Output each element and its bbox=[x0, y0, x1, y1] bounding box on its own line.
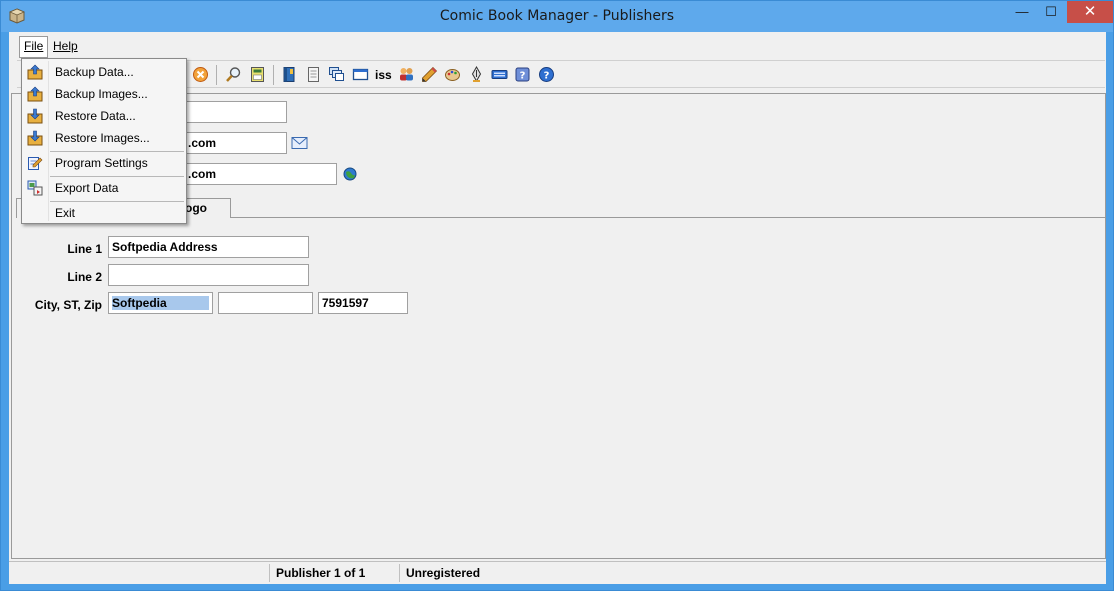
menu-item-backup-images[interactable]: Backup Images... bbox=[22, 83, 186, 105]
menu-help-label: Help bbox=[53, 39, 78, 53]
menu-item-restore-data[interactable]: Restore Data... bbox=[22, 105, 186, 127]
registration-status: Unregistered bbox=[399, 564, 599, 582]
cancel-icon[interactable] bbox=[192, 66, 209, 83]
menu-bar: File Help bbox=[9, 34, 1106, 58]
menu-item-exit[interactable]: Exit bbox=[22, 202, 186, 224]
state-field[interactable] bbox=[218, 292, 313, 314]
export-icon bbox=[27, 180, 43, 196]
menu-item-backup-data[interactable]: Backup Data... bbox=[22, 61, 186, 83]
toolbar-separator bbox=[273, 65, 274, 85]
svg-text:?: ? bbox=[544, 71, 550, 82]
book-icon[interactable] bbox=[281, 66, 298, 83]
zip-field[interactable]: 7591597 bbox=[318, 292, 408, 314]
issues-button[interactable]: iss bbox=[375, 68, 392, 82]
settings-icon bbox=[28, 157, 43, 170]
backup-data-icon bbox=[27, 64, 43, 80]
help-book-icon[interactable]: ? bbox=[514, 66, 531, 83]
search-icon[interactable] bbox=[225, 66, 242, 83]
email-icon[interactable] bbox=[291, 136, 308, 150]
globe-icon[interactable] bbox=[343, 167, 357, 181]
help-icon[interactable]: ? bbox=[538, 66, 555, 83]
toolbar-separator bbox=[216, 65, 217, 85]
menu-item-label: Restore Images... bbox=[55, 131, 150, 145]
city-field[interactable]: Softpedia bbox=[108, 292, 213, 314]
menu-file-label: File bbox=[24, 39, 44, 53]
menu-help[interactable]: Help bbox=[49, 37, 82, 57]
website-field[interactable]: .com bbox=[184, 163, 337, 185]
menu-item-export-data[interactable]: Export Data bbox=[22, 177, 186, 199]
backup-images-icon bbox=[27, 86, 43, 102]
pencil-icon[interactable] bbox=[421, 66, 438, 83]
svg-text:?: ? bbox=[520, 71, 526, 82]
menu-item-label: Exit bbox=[55, 206, 76, 220]
line1-label: Line 1 bbox=[67, 242, 102, 256]
close-button[interactable]: ✕ bbox=[1067, 1, 1113, 23]
file-menu-dropdown: Backup Data... Backup Images... Restore … bbox=[21, 58, 187, 224]
status-bar: Publisher 1 of 1 Unregistered bbox=[9, 561, 1106, 583]
document-icon[interactable] bbox=[305, 66, 322, 83]
record-status: Publisher 1 of 1 bbox=[269, 564, 397, 582]
name-field[interactable] bbox=[184, 101, 287, 123]
windows-icon[interactable] bbox=[328, 66, 345, 83]
menu-item-label: Export Data bbox=[55, 181, 119, 195]
line1-field[interactable]: Softpedia Address bbox=[108, 236, 309, 258]
palette-icon[interactable] bbox=[444, 66, 461, 83]
keyboard-icon[interactable] bbox=[491, 66, 508, 83]
email-field[interactable]: .com bbox=[184, 132, 287, 154]
window-title: Comic Book Manager - Publishers bbox=[439, 8, 675, 24]
maximize-button[interactable]: ☐ bbox=[1037, 1, 1065, 23]
restore-data-icon bbox=[27, 108, 43, 124]
line2-label: Line 2 bbox=[67, 270, 102, 284]
users-icon[interactable] bbox=[398, 66, 415, 83]
pen-nib-icon[interactable] bbox=[468, 66, 485, 83]
title-bar[interactable]: Comic Book Manager - Publishers — ☐ ✕ bbox=[1, 1, 1113, 32]
address-tab-content: Line 1 Softpedia Address Line 2 City, ST… bbox=[12, 218, 1105, 558]
menu-file[interactable]: File bbox=[19, 36, 49, 58]
menu-item-program-settings[interactable]: Program Settings bbox=[22, 152, 186, 174]
window-icon[interactable] bbox=[352, 66, 369, 83]
city-st-zip-label: City, ST, Zip bbox=[34, 298, 102, 312]
menu-item-label: Restore Data... bbox=[55, 109, 136, 123]
city-field-selection: Softpedia bbox=[112, 296, 209, 310]
minimize-button[interactable]: — bbox=[1008, 1, 1036, 23]
line2-field[interactable] bbox=[108, 264, 309, 286]
app-window: Comic Book Manager - Publishers — ☐ ✕ Fi… bbox=[0, 0, 1114, 591]
menu-item-label: Backup Images... bbox=[55, 87, 148, 101]
menu-item-label: Program Settings bbox=[55, 156, 148, 170]
menu-item-restore-images[interactable]: Restore Images... bbox=[22, 127, 186, 149]
restore-images-icon bbox=[27, 130, 43, 146]
menu-item-label: Backup Data... bbox=[55, 65, 134, 79]
calculator-icon[interactable] bbox=[249, 66, 266, 83]
